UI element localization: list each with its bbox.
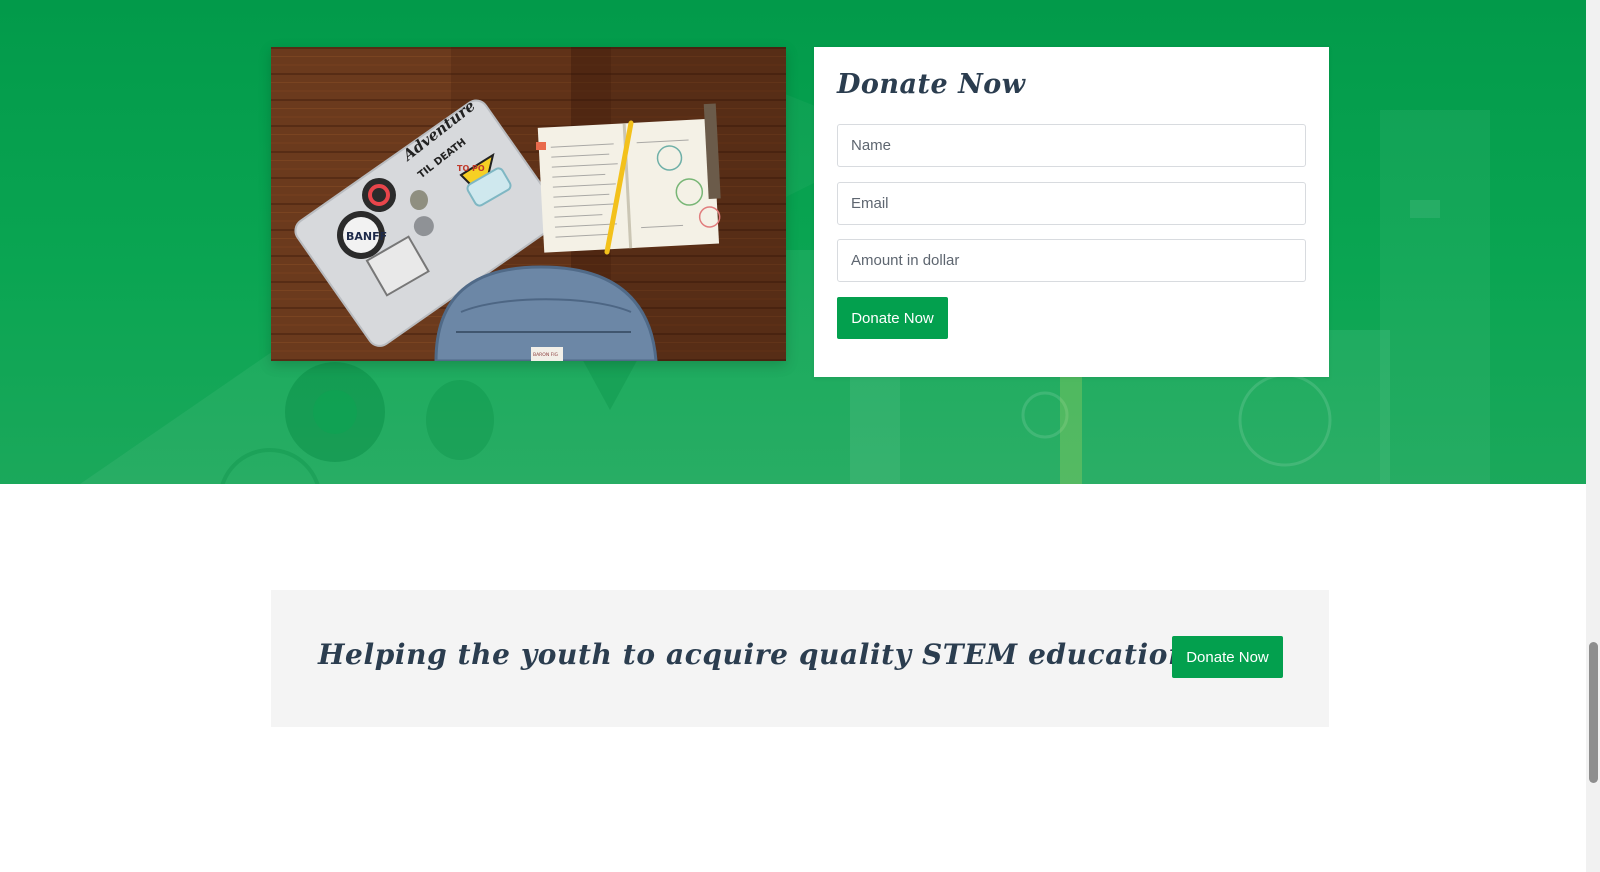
apple-logo-icon [410, 190, 428, 210]
page-scrollbar[interactable] [1586, 0, 1600, 872]
cta-banner: Helping the youth to acquire quality STE… [271, 590, 1329, 727]
svg-text:TO PO: TO PO [457, 164, 485, 173]
email-input[interactable] [837, 182, 1306, 225]
scrollbar-thumb[interactable] [1589, 642, 1598, 783]
donate-submit-button[interactable]: Donate Now [837, 297, 948, 339]
laptop-notebook-backpack-photo: BANFF TO PO Adventure TIL DEATH BARON FI… [271, 47, 786, 361]
cta-headline: Helping the youth to acquire quality STE… [318, 638, 1190, 671]
svg-text:BARON FIG: BARON FIG [533, 352, 559, 358]
donate-form-title: Donate Now [837, 69, 1026, 100]
svg-text:BANFF: BANFF [346, 230, 387, 243]
donate-form-card: Donate Now Donate Now [814, 47, 1329, 377]
hero-background-pattern [80, 60, 1490, 484]
donate-hero-section: BANFF TO PO Adventure TIL DEATH BARON FI… [0, 0, 1586, 484]
amount-input[interactable] [837, 239, 1306, 282]
cta-donate-button[interactable]: Donate Now [1172, 636, 1283, 678]
name-input[interactable] [837, 124, 1306, 167]
